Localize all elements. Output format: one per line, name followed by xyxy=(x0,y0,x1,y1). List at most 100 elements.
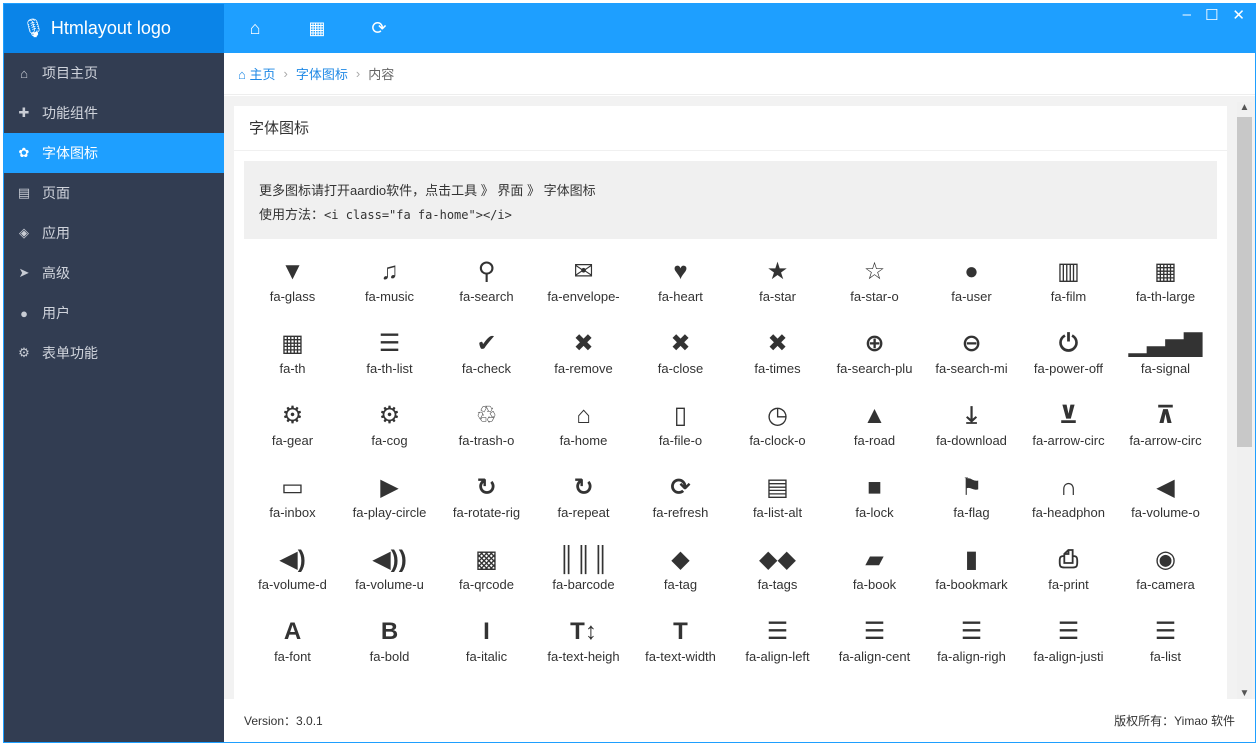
sidebar-item-label: 用户 xyxy=(42,305,70,321)
icon-item[interactable]: ▩ fa-qrcode xyxy=(438,543,535,615)
usage-note: 更多图标请打开aardio软件，点击工具 》 界面 》 字体图标 使用方法：<i… xyxy=(244,161,1217,239)
icon-label: fa-inbox xyxy=(269,505,316,520)
microphone-icon: 🎙︎ xyxy=(22,18,45,38)
breadcrumb-section[interactable]: 字体图标 xyxy=(296,64,348,83)
icon-item[interactable]: ∩ fa-headphon xyxy=(1020,471,1117,543)
icon-item[interactable]: ⊼ fa-arrow-circ xyxy=(1117,399,1214,471)
icon-item[interactable]: ☰ fa-list xyxy=(1117,615,1214,687)
sidebar-item-4[interactable]: ◈ 应用 xyxy=(4,213,224,253)
icon-item[interactable]: ◆◆ fa-tags xyxy=(729,543,826,615)
icon-item[interactable]: ▥ fa-film xyxy=(1020,255,1117,327)
icon-item[interactable]: Bfa-bold xyxy=(341,615,438,687)
minimize-button[interactable]: – xyxy=(1183,6,1191,24)
home-icon: ⌂ xyxy=(20,65,28,81)
icon-item[interactable]: ▦ fa-th xyxy=(244,327,341,399)
icon-item[interactable]: ▶ fa-play-circle xyxy=(341,471,438,543)
icon-item[interactable]: ★ fa-star xyxy=(729,255,826,327)
icon-item[interactable]: ☰ fa-align-left xyxy=(729,615,826,687)
icon-item[interactable]: ● fa-user xyxy=(923,255,1020,327)
icon-item[interactable]: ✖ fa-remove xyxy=(535,327,632,399)
vertical-scrollbar[interactable]: ▲ ▼ xyxy=(1237,102,1252,699)
sidebar-item-7[interactable]: ⚙ 表单功能 xyxy=(4,333,224,373)
icon-item[interactable]: Ifa-italic xyxy=(438,615,535,687)
fa-text-heigh-icon: T↕ xyxy=(570,618,597,645)
fa-lock-icon: ■ xyxy=(867,474,882,501)
icon-item[interactable]: ⎙ fa-print xyxy=(1020,543,1117,615)
icon-item[interactable]: ▰ fa-book xyxy=(826,543,923,615)
icon-item[interactable]: ⤓ fa-download xyxy=(923,399,1020,471)
icon-item[interactable]: ◷ fa-clock-o xyxy=(729,399,826,471)
fa-headphon-icon: ∩ xyxy=(1059,474,1078,501)
icon-item[interactable]: ◀) fa-volume-d xyxy=(244,543,341,615)
icon-item[interactable]: ▭ fa-inbox xyxy=(244,471,341,543)
icon-item[interactable]: ↻ fa-rotate-rig xyxy=(438,471,535,543)
sidebar-item-2[interactable]: ✿ 字体图标 xyxy=(4,133,224,173)
icon-item[interactable]: ■ fa-lock xyxy=(826,471,923,543)
icon-item[interactable]: ⌂ fa-home xyxy=(535,399,632,471)
icon-item[interactable]: ⊕ fa-search-plu xyxy=(826,327,923,399)
gift-icon: ✿ xyxy=(18,145,30,160)
icon-item[interactable]: ◀ fa-volume-o xyxy=(1117,471,1214,543)
icon-item[interactable]: ♫ fa-music xyxy=(341,255,438,327)
icon-item[interactable]: ║║║ fa-barcode xyxy=(535,543,632,615)
icon-label: fa-file-o xyxy=(658,433,703,448)
icon-item[interactable]: ☰ fa-align-justi xyxy=(1020,615,1117,687)
icon-item[interactable]: ☰ fa-align-righ xyxy=(923,615,1020,687)
icon-item[interactable]: ⊖ fa-search-mi xyxy=(923,327,1020,399)
icon-item[interactable]: ⏻ fa-power-off xyxy=(1020,327,1117,399)
icon-item[interactable]: ⚲ fa-search xyxy=(438,255,535,327)
maximize-button[interactable]: ☐ xyxy=(1205,6,1218,24)
sidebar-item-6[interactable]: ● 用户 xyxy=(4,293,224,333)
sidebar-item-3[interactable]: ▤ 页面 xyxy=(4,173,224,213)
icon-label: fa-align-justi xyxy=(1033,649,1104,664)
icon-item[interactable]: ☆ fa-star-o xyxy=(826,255,923,327)
refresh-icon[interactable]: ⟳ xyxy=(348,18,410,39)
icon-item[interactable]: ⊻ fa-arrow-circ xyxy=(1020,399,1117,471)
icon-item[interactable]: ✉ fa-envelope- xyxy=(535,255,632,327)
home-icon: ⌂ xyxy=(238,67,246,82)
icon-item[interactable]: ✖ fa-close xyxy=(632,327,729,399)
close-button[interactable]: ✕ xyxy=(1232,6,1245,24)
fa-trash-o-icon: ♲ xyxy=(475,402,498,429)
icon-item[interactable]: ▦ fa-th-large xyxy=(1117,255,1214,327)
icon-item[interactable]: ⚙ fa-gear xyxy=(244,399,341,471)
fa-th-icon: ▦ xyxy=(281,330,304,357)
icon-item[interactable]: ▮ fa-bookmark xyxy=(923,543,1020,615)
icon-item[interactable]: ◆ fa-tag xyxy=(632,543,729,615)
icon-label: fa-arrow-circ xyxy=(1032,433,1105,448)
icon-item[interactable]: ▁▃▅▇ fa-signal xyxy=(1117,327,1214,399)
icon-item[interactable]: ⚑ fa-flag xyxy=(923,471,1020,543)
icon-item[interactable]: ✖ fa-times xyxy=(729,327,826,399)
icon-item[interactable]: ▲ fa-road xyxy=(826,399,923,471)
icon-item[interactable]: ◀)) fa-volume-u xyxy=(341,543,438,615)
scroll-up-icon[interactable]: ▲ xyxy=(1237,102,1252,113)
icon-item[interactable]: ▯ fa-file-o xyxy=(632,399,729,471)
home-icon[interactable]: ⌂ xyxy=(224,18,286,39)
scrollbar-thumb[interactable] xyxy=(1237,117,1252,447)
icon-item[interactable]: ▤ fa-list-alt xyxy=(729,471,826,543)
icon-item[interactable]: Afa-font xyxy=(244,615,341,687)
icon-item[interactable]: ☰ fa-align-cent xyxy=(826,615,923,687)
sidebar-item-label: 项目主页 xyxy=(42,65,98,81)
icon-label: fa-search-plu xyxy=(836,361,913,376)
icon-item[interactable]: ◉ fa-camera xyxy=(1117,543,1214,615)
icon-label: fa-headphon xyxy=(1031,505,1105,520)
icon-item[interactable]: ☰ fa-th-list xyxy=(341,327,438,399)
icon-item[interactable]: ♥ fa-heart xyxy=(632,255,729,327)
icon-item[interactable]: ▼ fa-glass xyxy=(244,255,341,327)
sidebar-item-0[interactable]: ⌂ 项目主页 xyxy=(4,53,224,93)
icon-item[interactable]: T↕ fa-text-heigh xyxy=(535,615,632,687)
breadcrumb-home[interactable]: ⌂ 主页 xyxy=(238,64,276,83)
calendar-icon[interactable]: ▦ xyxy=(286,18,348,39)
sidebar-item-1[interactable]: ✚ 功能组件 xyxy=(4,93,224,133)
icon-item[interactable]: ♲ fa-trash-o xyxy=(438,399,535,471)
icon-item[interactable]: ✔ fa-check xyxy=(438,327,535,399)
scroll-down-icon[interactable]: ▼ xyxy=(1237,688,1252,699)
icon-item[interactable]: ⟳ fa-refresh xyxy=(632,471,729,543)
icon-item[interactable]: ↻ fa-repeat xyxy=(535,471,632,543)
top-toolbar: ⌂ ▦ ⟳ – ☐ ✕ xyxy=(224,4,1255,53)
icon-item[interactable]: ⚙ fa-cog xyxy=(341,399,438,471)
sidebar-item-5[interactable]: ➤ 高级 xyxy=(4,253,224,293)
icon-item[interactable]: Tfa-text-width xyxy=(632,615,729,687)
fa-th-list-icon: ☰ xyxy=(378,330,401,357)
